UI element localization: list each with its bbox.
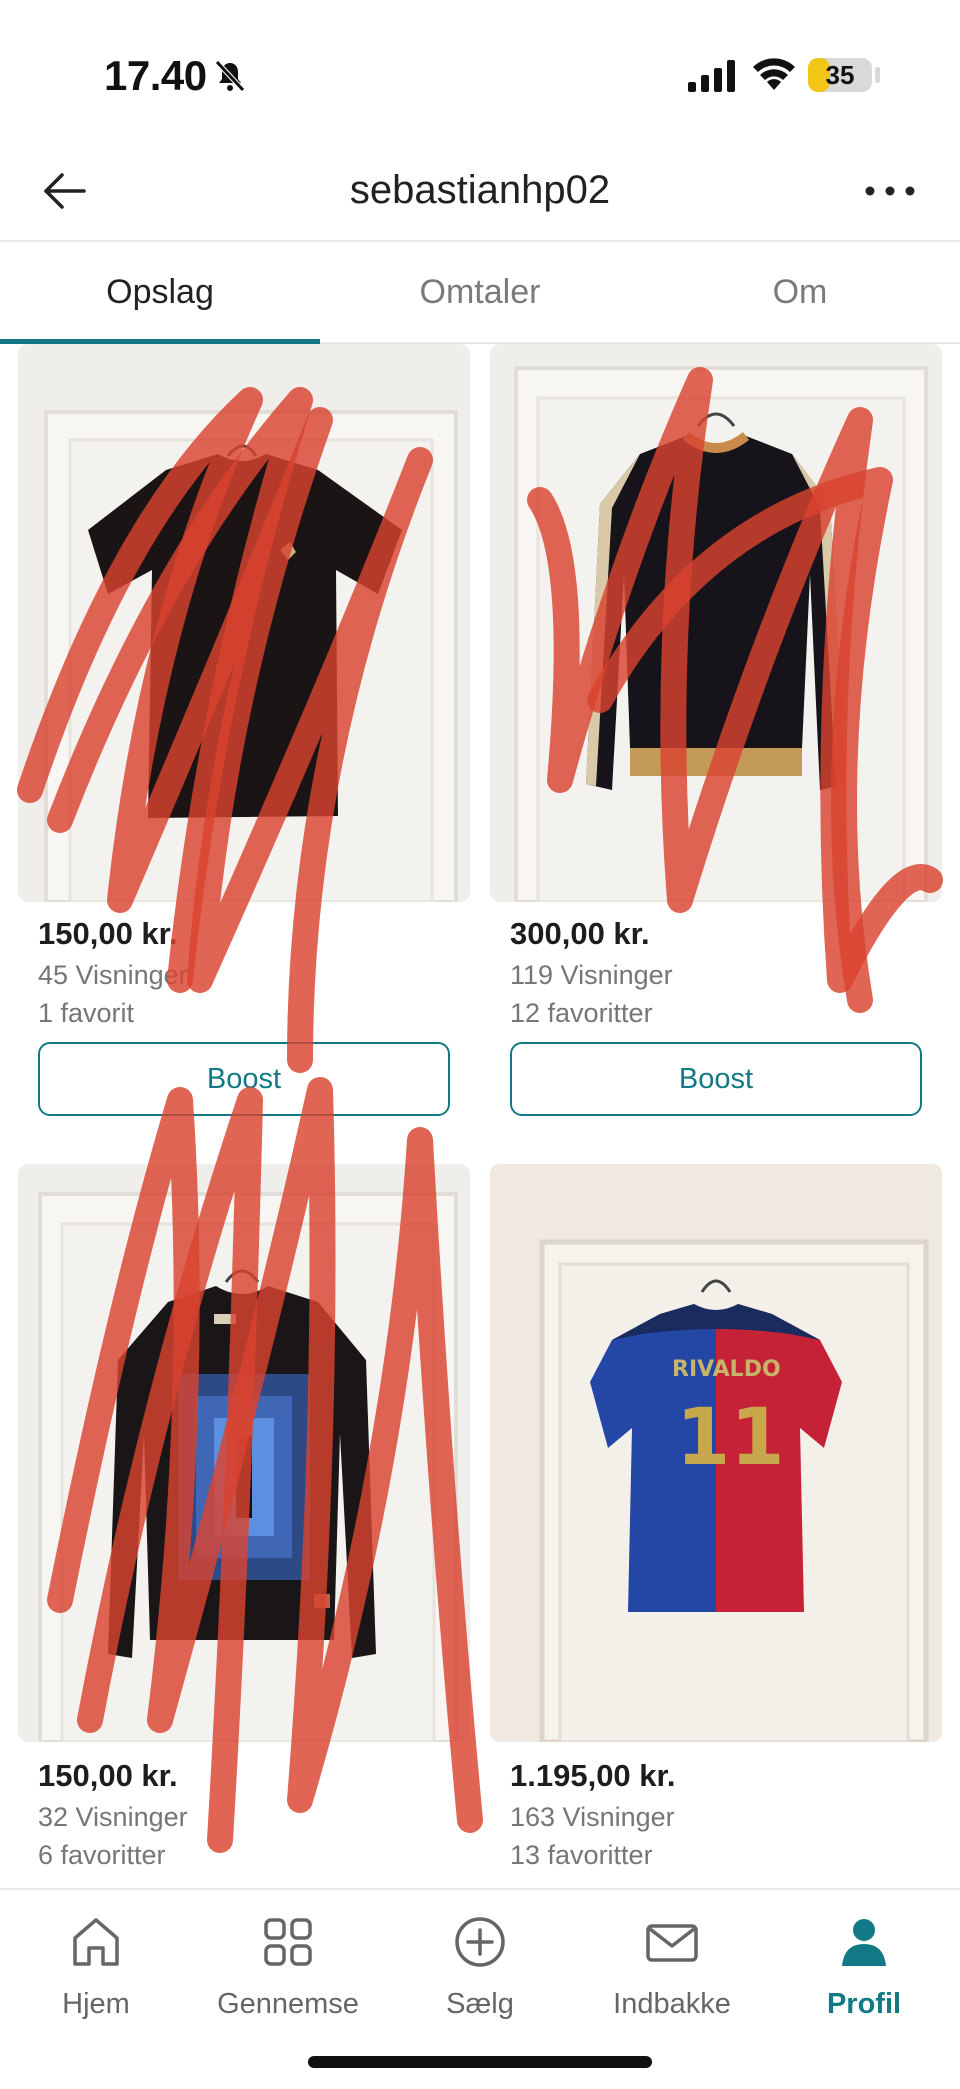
listing-price: 1.195,00 kr. — [510, 1758, 676, 1793]
nav-label: Hjem — [62, 1988, 130, 2020]
nav-label: Sælg — [446, 1988, 514, 2020]
boost-button[interactable]: Boost — [38, 1042, 450, 1116]
listing-price: 150,00 kr. — [38, 916, 178, 951]
nav-label: Gennemse — [217, 1988, 359, 2020]
tab-om[interactable]: Om — [640, 242, 960, 342]
listing-views: 163 Visninger — [510, 1802, 675, 1832]
listing-card[interactable]: RIVALDO 11 1.195,00 kr. 163 Visninger 13… — [490, 1164, 942, 1888]
listing-price: 300,00 kr. — [510, 916, 650, 951]
listing-favorites: 6 favoritter — [38, 1840, 166, 1870]
bell-muted-icon — [215, 60, 245, 92]
status-bar: 17.40 35 — [0, 0, 960, 140]
profile-icon — [842, 1919, 886, 1966]
listing-image[interactable] — [490, 344, 942, 902]
nav-item-saelg[interactable]: Sælg — [384, 1908, 576, 2028]
listing-card[interactable]: 150,00 kr. 45 Visninger 1 favorit Boost — [18, 344, 470, 1124]
listing-favorites: 1 favorit — [38, 998, 135, 1028]
listing-price: 150,00 kr. — [38, 1758, 178, 1793]
listing-views: 119 Visninger — [510, 960, 673, 990]
listing-views: 32 Visninger — [38, 1802, 188, 1832]
listing-views: 45 Visninger — [38, 960, 188, 990]
plus-circle-icon — [455, 1917, 505, 1967]
jersey-number: 11 — [676, 1393, 785, 1483]
home-icon — [73, 1918, 119, 1966]
nav-item-profil[interactable]: Profil — [768, 1908, 960, 2028]
tab-opslag[interactable]: Opslag — [0, 242, 320, 342]
nav-item-indbakke[interactable]: Indbakke — [576, 1908, 768, 2028]
grid-icon — [264, 1918, 312, 1966]
tab-omtaler[interactable]: Omtaler — [320, 242, 640, 342]
more-options-icon[interactable] — [860, 164, 920, 218]
status-time: 17.40 — [104, 52, 207, 99]
listing-favorites: 13 favoritter — [510, 1840, 653, 1870]
profile-header: sebastianhp02 — [0, 140, 960, 242]
listing-card[interactable]: 300,00 kr. 119 Visninger 12 favoritter B… — [490, 344, 942, 1124]
nav-label: Profil — [826, 1988, 902, 2020]
signal-icon — [688, 60, 735, 92]
jersey-name: RIVALDO — [672, 1357, 781, 1382]
profile-tabs: Opslag Omtaler Om — [0, 242, 960, 344]
mail-icon — [646, 1924, 698, 1962]
listing-image[interactable]: RIVALDO 11 — [490, 1164, 942, 1742]
listing-image[interactable] — [18, 1164, 470, 1742]
nav-item-hjem[interactable]: Hjem — [0, 1908, 192, 2028]
wifi-icon — [753, 58, 795, 90]
battery-nub — [875, 67, 880, 83]
listing-favorites: 12 favoritter — [510, 998, 653, 1028]
listing-card[interactable]: 150,00 kr. 32 Visninger 6 favoritter — [18, 1164, 470, 1888]
boost-button[interactable]: Boost — [510, 1042, 922, 1116]
battery-indicator: 35 — [808, 58, 872, 92]
nav-label: Indbakke — [613, 1988, 731, 2020]
battery-percent: 35 — [825, 60, 855, 90]
nav-item-gennemse[interactable]: Gennemse — [192, 1908, 384, 2028]
listing-image[interactable] — [18, 344, 470, 902]
home-indicator — [308, 2056, 652, 2068]
page-title: sebastianhp02 — [349, 168, 611, 212]
